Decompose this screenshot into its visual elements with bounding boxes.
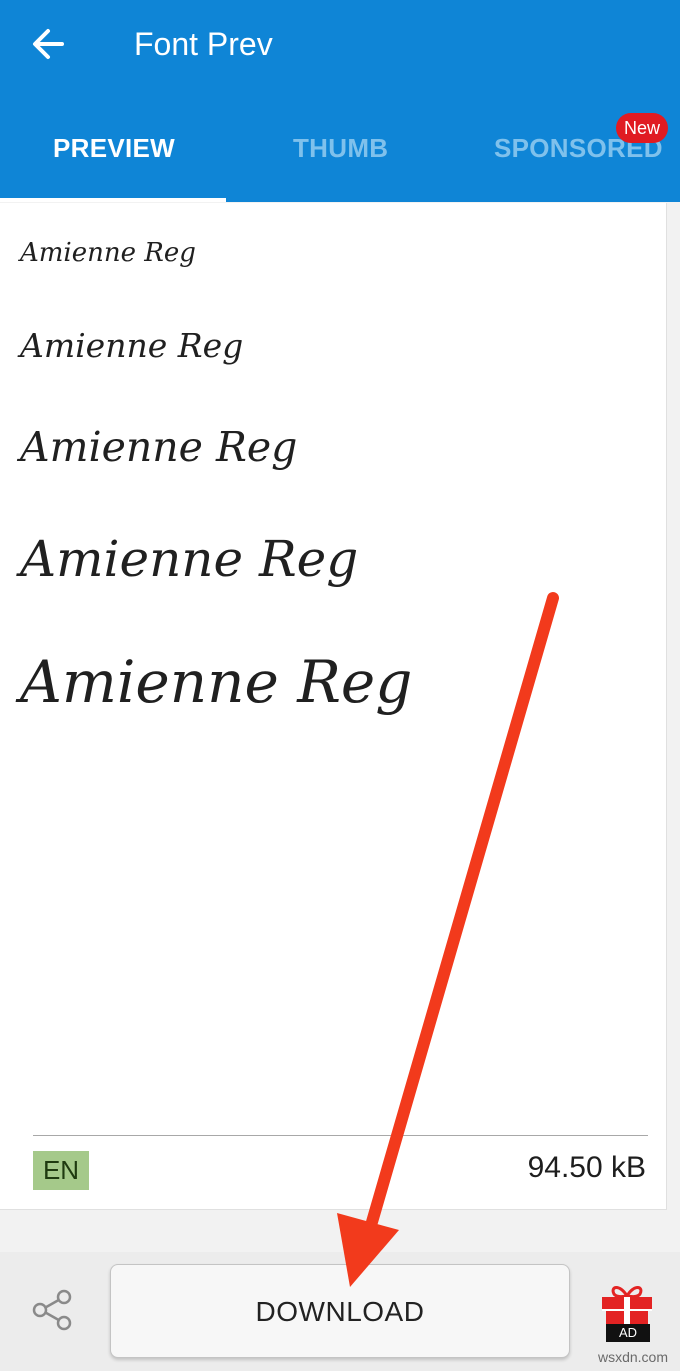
watermark: wsxdn.com: [597, 1349, 668, 1365]
file-size: 94.50 kB: [527, 1151, 646, 1184]
arrow-left-icon[interactable]: [28, 24, 68, 64]
tab-preview[interactable]: PREVIEW: [53, 128, 175, 168]
font-preview-line: Amienne Reg: [20, 530, 359, 588]
download-button[interactable]: DOWNLOAD: [110, 1264, 570, 1358]
font-preview-line: Amienne Reg: [20, 648, 413, 716]
page-title: Font Prev: [134, 26, 273, 62]
language-badge: EN: [33, 1151, 89, 1190]
font-preview-line: Amienne Reg: [20, 423, 298, 471]
app-bar: Font Prev PREVIEW THUMB SPONSORED New: [0, 0, 680, 203]
divider: [33, 1135, 648, 1136]
font-preview-line: Amienne Reg: [20, 238, 196, 268]
tab-thumb[interactable]: THUMB: [293, 128, 388, 168]
ad-label: AD: [606, 1324, 650, 1342]
font-preview-line: Amienne Reg: [20, 326, 244, 365]
new-badge: New: [616, 113, 668, 143]
share-icon[interactable]: [28, 1286, 76, 1334]
